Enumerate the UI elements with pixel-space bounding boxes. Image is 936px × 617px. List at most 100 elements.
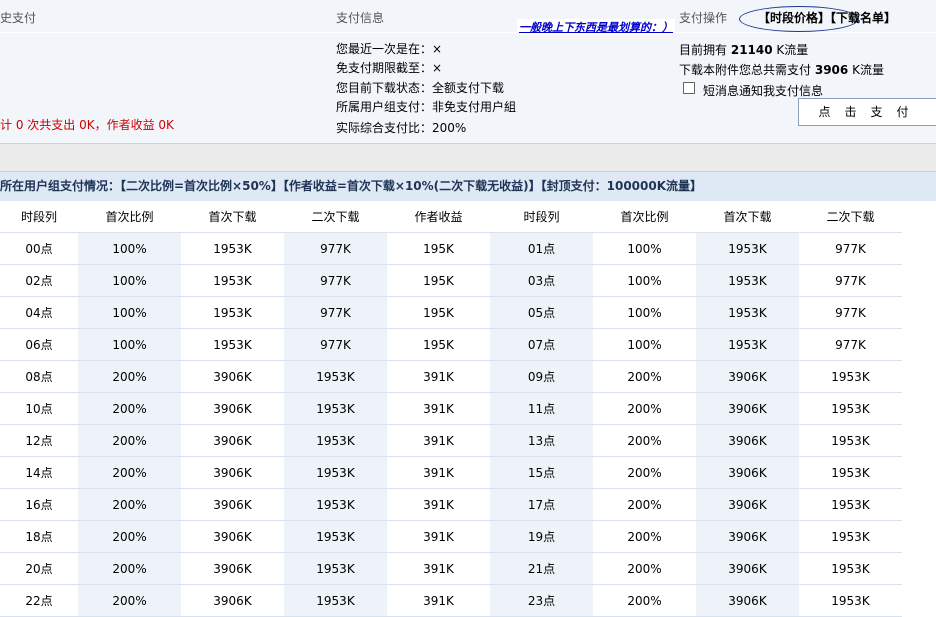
table-cell: 200%	[78, 392, 181, 425]
table-row: 08点 200% 3906K 1953K 391K 09点 200% 3906K 1953K	[0, 360, 902, 393]
need-payment-label: 下载本附件您总共需支付	[679, 63, 812, 77]
table-row: 00点 100% 1953K 977K 195K 01点 100% 1953K 977K	[0, 232, 902, 265]
table-cell: 977K	[284, 264, 387, 297]
table-cell: 11点	[490, 392, 593, 425]
group-pay-text: 所属用户组支付：非免支付用户組	[336, 100, 517, 114]
table-cell: 100%	[78, 296, 181, 329]
table-cell: 1953K	[284, 552, 387, 585]
table-header-row: 时段列 首次比例 首次下载 二次下载 作者收益 时段列 首次比例 首次下载 二次下载	[0, 201, 902, 233]
header-divider	[0, 32, 936, 33]
table-cell: 3906K	[696, 424, 799, 457]
section-separator	[0, 143, 936, 172]
table-cell: 08点	[0, 360, 78, 393]
payment-stats: 总计 0 次共支出 0K，作者收益 0K	[0, 118, 174, 132]
notify-label: 短消息通知我支付信息	[703, 84, 824, 98]
table-cell: 391K	[387, 520, 490, 553]
need-payment-unit: K流量	[852, 63, 884, 77]
table-cell: 1953K	[181, 296, 284, 329]
table-cell: 3906K	[181, 520, 284, 553]
table-cell: 1953K	[181, 232, 284, 265]
table-cell: 977K	[284, 296, 387, 329]
table-row: 20点 200% 3906K 1953K 391K 21点 200% 3906K 1953K	[0, 552, 902, 585]
table-cell: 18点	[0, 520, 78, 553]
table-cell: 22点	[0, 584, 78, 617]
table-cell: 21点	[490, 552, 593, 585]
table-cell: 1953K	[696, 296, 799, 329]
table-cell: 391K	[387, 552, 490, 585]
column-header: 时段列	[490, 201, 593, 233]
table-cell: 1953K	[181, 264, 284, 297]
column-header: 二次下载	[284, 201, 387, 233]
table-cell: 1953K	[799, 552, 902, 585]
table-row: 14点 200% 3906K 1953K 391K 15点 200% 3906K 1953K	[0, 456, 902, 489]
table-cell: 12点	[0, 424, 78, 457]
column-header: 首次比例	[593, 201, 696, 233]
table-row: 12点 200% 3906K 1953K 391K 13点 200% 3906K 1953K	[0, 424, 902, 457]
table-row: 16点 200% 3906K 1953K 391K 17点 200% 3906K 1953K	[0, 488, 902, 521]
table-cell: 391K	[387, 360, 490, 393]
table-cell: 3906K	[696, 360, 799, 393]
table-cell: 391K	[387, 392, 490, 425]
table-cell: 200%	[593, 552, 696, 585]
table-cell: 977K	[799, 328, 902, 361]
table-cell: 04点	[0, 296, 78, 329]
info-header: 支付信息	[336, 11, 385, 25]
table-cell: 977K	[284, 328, 387, 361]
own-balance-value: 21140	[730, 43, 773, 57]
table-cell: 15点	[490, 456, 593, 489]
table-cell: 200%	[593, 456, 696, 489]
table-row: 04点 100% 1953K 977K 195K 05点 100% 1953K 977K	[0, 296, 902, 329]
table-cell: 977K	[799, 296, 902, 329]
table-cell: 200%	[593, 392, 696, 425]
table-cell: 1953K	[284, 456, 387, 489]
table-cell: 977K	[284, 232, 387, 265]
notify-checkbox[interactable]	[683, 82, 695, 94]
table-cell: 00点	[0, 232, 78, 265]
need-payment-value: 3906	[814, 63, 849, 77]
table-cell: 23点	[490, 584, 593, 617]
last-time-text: 您最近一次是在：×	[336, 42, 443, 56]
pay-button[interactable]: 点击支付	[798, 98, 936, 126]
table-cell: 3906K	[696, 392, 799, 425]
table-cell: 100%	[593, 232, 696, 265]
table-cell: 1953K	[799, 456, 902, 489]
table-body: 00点 100% 1953K 977K 195K 01点 100% 1953K 977K 02点 1…	[0, 232, 902, 617]
table-cell: 01点	[490, 232, 593, 265]
table-cell: 391K	[387, 456, 490, 489]
tab-download-list[interactable]: 【下载名单】	[830, 11, 896, 25]
table-cell: 13点	[490, 424, 593, 457]
download-status-text: 您目前下载状态：全额支付下载	[336, 81, 505, 95]
table-cell: 14点	[0, 456, 78, 489]
table-cell: 200%	[593, 360, 696, 393]
column-header: 首次比例	[78, 201, 181, 233]
table-cell: 1953K	[284, 392, 387, 425]
table-cell: 200%	[78, 520, 181, 553]
table-cell: 1953K	[284, 584, 387, 617]
table-cell: 07点	[490, 328, 593, 361]
tab-time-price[interactable]: 【时段价格】	[758, 11, 830, 25]
table-cell: 1953K	[799, 520, 902, 553]
table-cell: 3906K	[696, 488, 799, 521]
table-cell: 3906K	[181, 456, 284, 489]
table-cell: 391K	[387, 584, 490, 617]
table-cell: 1953K	[284, 520, 387, 553]
table-cell: 1953K	[696, 264, 799, 297]
notice-link[interactable]: 一般晚上下东西是最划算的：）	[517, 19, 675, 35]
column-header: 时段列	[0, 201, 78, 233]
table-cell: 1953K	[181, 328, 284, 361]
table-row: 22点 200% 3906K 1953K 391K 23点 200% 3906K 1953K	[0, 584, 902, 617]
table-cell: 1953K	[799, 360, 902, 393]
table-cell: 19点	[490, 520, 593, 553]
table-cell: 05点	[490, 296, 593, 329]
free-deadline-text: 免支付期限截至：×	[336, 61, 443, 75]
table-cell: 200%	[78, 424, 181, 457]
table-cell: 3906K	[181, 392, 284, 425]
column-header: 二次下载	[799, 201, 902, 233]
table-row: 06点 100% 1953K 977K 195K 07点 100% 1953K 977K	[0, 328, 902, 361]
own-balance: 目前拥有 21140 K流量	[679, 41, 808, 58]
table-cell: 195K	[387, 232, 490, 265]
table-cell: 200%	[593, 424, 696, 457]
table-cell: 3906K	[181, 360, 284, 393]
table-cell: 09点	[490, 360, 593, 393]
table-cell: 200%	[78, 584, 181, 617]
